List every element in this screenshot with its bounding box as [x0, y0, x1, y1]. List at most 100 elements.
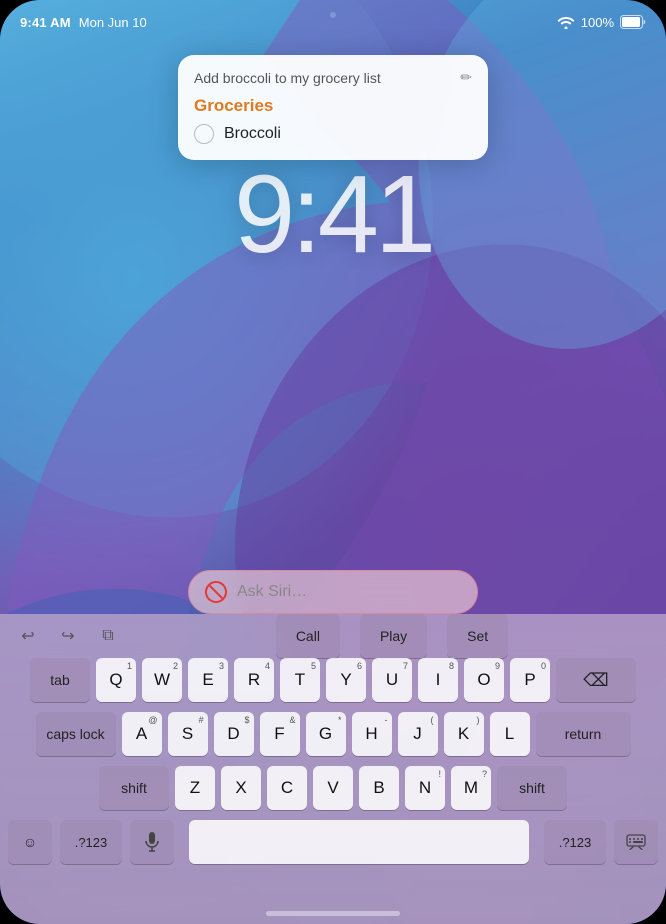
key-k-sub: )	[477, 715, 480, 725]
key-e[interactable]: E3	[188, 658, 228, 702]
siri-bar-container: Ask Siri…	[0, 570, 666, 614]
mic-icon	[144, 832, 160, 852]
undo-button[interactable]: ↩	[12, 620, 44, 652]
item-label: Broccoli	[224, 125, 281, 143]
key-q[interactable]: Q1	[96, 658, 136, 702]
siri-bar[interactable]: Ask Siri…	[188, 570, 478, 614]
key-n[interactable]: N!	[405, 766, 445, 810]
key-u-sub: 7	[403, 661, 408, 671]
delete-key[interactable]: ⌫	[556, 658, 636, 702]
key-g[interactable]: G*	[306, 712, 346, 756]
wifi-icon	[557, 15, 575, 29]
key-s[interactable]: S#	[168, 712, 208, 756]
emoji-key[interactable]: ☺	[8, 820, 52, 864]
key-z[interactable]: Z	[175, 766, 215, 810]
keyboard-toolbar: ↩ ↪ ⧉ Call Play Set	[0, 614, 666, 658]
key-i[interactable]: I8	[418, 658, 458, 702]
top-sensor	[330, 12, 336, 18]
key-t-sub: 5	[311, 661, 316, 671]
battery-icon	[620, 15, 646, 29]
key-g-sub: *	[338, 715, 342, 725]
key-h[interactable]: H-	[352, 712, 392, 756]
status-time: 9:41 AM	[20, 15, 71, 30]
key-row-1: tab Q1 W2 E3 R4 T5 Y6 U7 I8 O9 P0 ⌫	[4, 658, 662, 702]
key-n-sub: !	[438, 769, 441, 779]
keyboard-rows: tab Q1 W2 E3 R4 T5 Y6 U7 I8 O9 P0 ⌫ caps…	[0, 658, 666, 810]
notification-header: Add broccoli to my grocery list ✏	[194, 69, 472, 86]
mic-key[interactable]	[130, 820, 174, 864]
key-j-sub: (	[431, 715, 434, 725]
key-p[interactable]: P0	[510, 658, 550, 702]
keyboard-bottom: ☺ .?123 .?123	[0, 820, 666, 864]
key-c[interactable]: C	[267, 766, 307, 810]
key-h-sub: -	[385, 715, 388, 725]
key-j[interactable]: J(	[398, 712, 438, 756]
shift-right-key[interactable]: shift	[497, 766, 567, 810]
call-button[interactable]: Call	[276, 614, 340, 658]
key-a-sub: @	[148, 715, 157, 725]
toolbar-icons: ↩ ↪ ⧉	[12, 620, 124, 652]
keyboard-icon	[626, 834, 646, 850]
key-t[interactable]: T5	[280, 658, 320, 702]
key-y[interactable]: Y6	[326, 658, 366, 702]
key-r-sub: 4	[265, 661, 270, 671]
key-f-sub: &	[289, 715, 295, 725]
keyboard-switch-key[interactable]	[614, 820, 658, 864]
numeric-key-right[interactable]: .?123	[544, 820, 606, 864]
grocery-item: Broccoli	[194, 124, 472, 144]
key-row-2: caps lock A@ S# D$ F& G* H- J( K) L retu…	[4, 712, 662, 756]
key-y-sub: 6	[357, 661, 362, 671]
ipad-frame: 9:41 AM Mon Jun 10 100% 9:41 Add broccol…	[0, 0, 666, 924]
battery-percentage: 100%	[581, 15, 614, 30]
key-v[interactable]: V	[313, 766, 353, 810]
key-u[interactable]: U7	[372, 658, 412, 702]
tab-key[interactable]: tab	[30, 658, 90, 702]
set-button[interactable]: Set	[447, 614, 508, 658]
toolbar-actions: Call Play Set	[130, 614, 654, 658]
status-date: Mon Jun 10	[79, 15, 147, 30]
key-d[interactable]: D$	[214, 712, 254, 756]
key-m[interactable]: M?	[451, 766, 491, 810]
key-i-sub: 8	[449, 661, 454, 671]
key-m-sub: ?	[482, 769, 487, 779]
key-o[interactable]: O9	[464, 658, 504, 702]
key-r[interactable]: R4	[234, 658, 274, 702]
key-k[interactable]: K)	[444, 712, 484, 756]
return-key[interactable]: return	[536, 712, 631, 756]
key-f[interactable]: F&	[260, 712, 300, 756]
key-l[interactable]: L	[490, 712, 530, 756]
key-s-sub: #	[198, 715, 203, 725]
play-button[interactable]: Play	[360, 614, 427, 658]
notification-title: Add broccoli to my grocery list	[194, 70, 381, 86]
copy-button[interactable]: ⧉	[92, 620, 124, 652]
home-indicator	[266, 911, 400, 916]
key-b[interactable]: B	[359, 766, 399, 810]
siri-placeholder: Ask Siri…	[237, 583, 461, 601]
spacebar-key[interactable]	[189, 820, 529, 864]
keyboard-area: ↩ ↪ ⧉ Call Play Set tab Q1 W2 E3 R4 T5 Y…	[0, 614, 666, 924]
clock-display: 9:41	[0, 160, 666, 270]
redo-button[interactable]: ↪	[52, 620, 84, 652]
siri-icon	[205, 581, 227, 603]
key-o-sub: 9	[495, 661, 500, 671]
item-checkbox[interactable]	[194, 124, 214, 144]
edit-icon[interactable]: ✏	[460, 69, 472, 86]
key-d-sub: $	[244, 715, 249, 725]
numeric-key-left[interactable]: .?123	[60, 820, 122, 864]
key-a[interactable]: A@	[122, 712, 162, 756]
grocery-list-name: Groceries	[194, 96, 472, 116]
key-row-3: shift Z X C V B N! M? shift	[4, 766, 662, 810]
key-w-sub: 2	[173, 661, 178, 671]
key-x[interactable]: X	[221, 766, 261, 810]
bottom-right: .?123	[544, 820, 658, 864]
key-w[interactable]: W2	[142, 658, 182, 702]
caps-lock-key[interactable]: caps lock	[36, 712, 116, 756]
key-e-sub: 3	[219, 661, 224, 671]
clock-time: 9:41	[0, 160, 666, 270]
key-q-sub: 1	[127, 661, 132, 671]
notification-card[interactable]: Add broccoli to my grocery list ✏ Grocer…	[178, 55, 488, 160]
bottom-left: ☺ .?123	[8, 820, 174, 864]
status-bar: 9:41 AM Mon Jun 10 100%	[0, 0, 666, 36]
key-p-sub: 0	[541, 661, 546, 671]
shift-left-key[interactable]: shift	[99, 766, 169, 810]
